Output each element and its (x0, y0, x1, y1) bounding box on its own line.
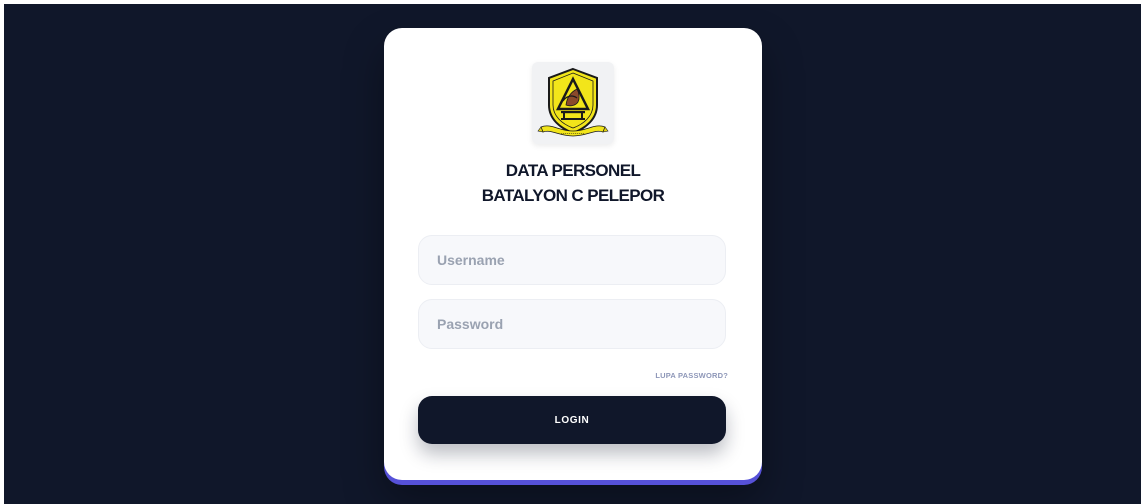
title-line-2: BATALYON C PELEPOR (481, 186, 665, 205)
login-card: DATA PERSONEL BATALYON C PELEPOR LUPA PA… (384, 28, 762, 480)
password-input[interactable] (418, 299, 726, 349)
login-button[interactable]: LOGIN (418, 396, 726, 444)
shield-emblem-icon (537, 67, 609, 137)
title-line-1: DATA PERSONEL (505, 161, 641, 180)
logo-container (532, 62, 614, 144)
page-background: DATA PERSONEL BATALYON C PELEPOR LUPA PA… (4, 4, 1141, 504)
username-input[interactable] (418, 235, 726, 285)
forgot-password-link[interactable]: LUPA PASSWORD? (655, 371, 728, 380)
page-title: DATA PERSONEL BATALYON C PELEPOR (384, 158, 762, 208)
